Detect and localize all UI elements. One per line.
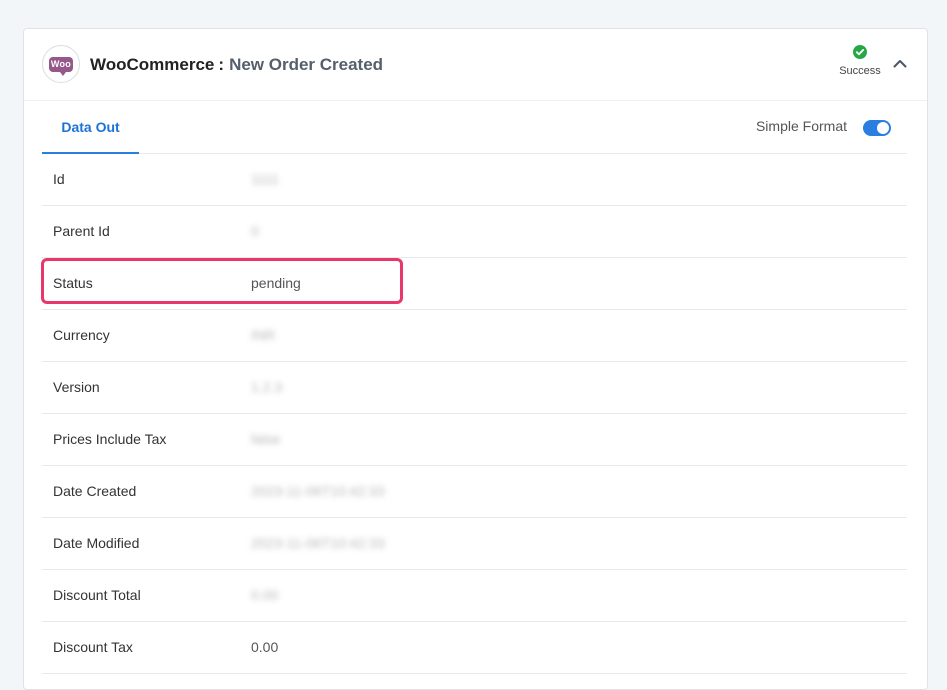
field-value: INR [251, 310, 275, 361]
woocommerce-logo: Woo [42, 45, 80, 83]
blurred-value: 2023-11-06T10:42:33 [251, 483, 385, 499]
field-value: 1111 [251, 154, 279, 205]
status-row-highlight [41, 258, 403, 304]
field-label: Prices Include Tax [53, 431, 167, 447]
collapse-button[interactable] [890, 53, 910, 73]
blurred-value: false [251, 431, 281, 447]
table-row: Currency INR [42, 310, 907, 362]
data-table: Id 1111 Parent Id 0 Status pending Curre… [42, 154, 907, 674]
card-header[interactable]: Woo WooCommerce: New Order Created Succes… [24, 29, 927, 101]
blurred-value: INR [251, 327, 276, 343]
trigger-card: Woo WooCommerce: New Order Created Succes… [23, 28, 928, 690]
table-row: Discount Tax 0.00 [42, 622, 907, 674]
app-name: WooCommerce [90, 55, 215, 74]
field-value: 2023-11-06T10:42:33 [251, 518, 385, 569]
table-row: Parent Id 0 [42, 206, 907, 258]
event-name: New Order Created [229, 55, 384, 74]
simple-format-toggle[interactable] [863, 120, 891, 136]
field-label: Date Created [53, 483, 137, 499]
tab-bar: Data Out Simple Format [42, 101, 907, 154]
table-row: Id 1111 [42, 154, 907, 206]
status-text: Success [839, 65, 881, 77]
table-row: Date Created 2023-11-06T10:42:33 [42, 466, 907, 518]
field-value: 0 [251, 206, 259, 257]
card-title: WooCommerce: New Order Created [90, 53, 383, 77]
woo-logo-icon: Woo [49, 56, 73, 76]
success-check-icon [853, 45, 867, 59]
table-row: Version 1.2.3 [42, 362, 907, 414]
field-value: 0.00 [251, 570, 278, 621]
blurred-value: 1.2.3 [251, 379, 283, 395]
field-value: false [251, 414, 281, 465]
blurred-value: 1111 [251, 171, 280, 187]
field-label: Discount Tax [53, 639, 133, 655]
field-value: 0.00 [251, 639, 279, 655]
table-row: Date Modified 2023-11-06T10:42:33 [42, 518, 907, 570]
chevron-up-icon [893, 59, 907, 67]
toggle-knob [877, 122, 889, 134]
title-separator: : [218, 55, 225, 74]
field-label: Parent Id [53, 223, 110, 239]
table-row: Prices Include Tax false [42, 414, 907, 466]
field-label: Currency [53, 327, 110, 343]
field-value: 2023-11-06T10:42:33 [251, 466, 385, 517]
field-label: Version [53, 379, 100, 395]
tab-data-out[interactable]: Data Out [42, 101, 139, 154]
status-indicator: Success [834, 45, 886, 77]
field-label: Date Modified [53, 535, 140, 551]
field-label: Id [53, 171, 65, 187]
blurred-value: 2023-11-06T10:42:33 [251, 535, 385, 551]
blurred-value: 0.00 [251, 587, 279, 603]
simple-format-label: Simple Format [755, 118, 847, 134]
blurred-value: 0 [251, 223, 259, 239]
table-row: Discount Total 0.00 [42, 570, 907, 622]
field-value: 1.2.3 [251, 362, 282, 413]
field-label: Discount Total [53, 587, 141, 603]
